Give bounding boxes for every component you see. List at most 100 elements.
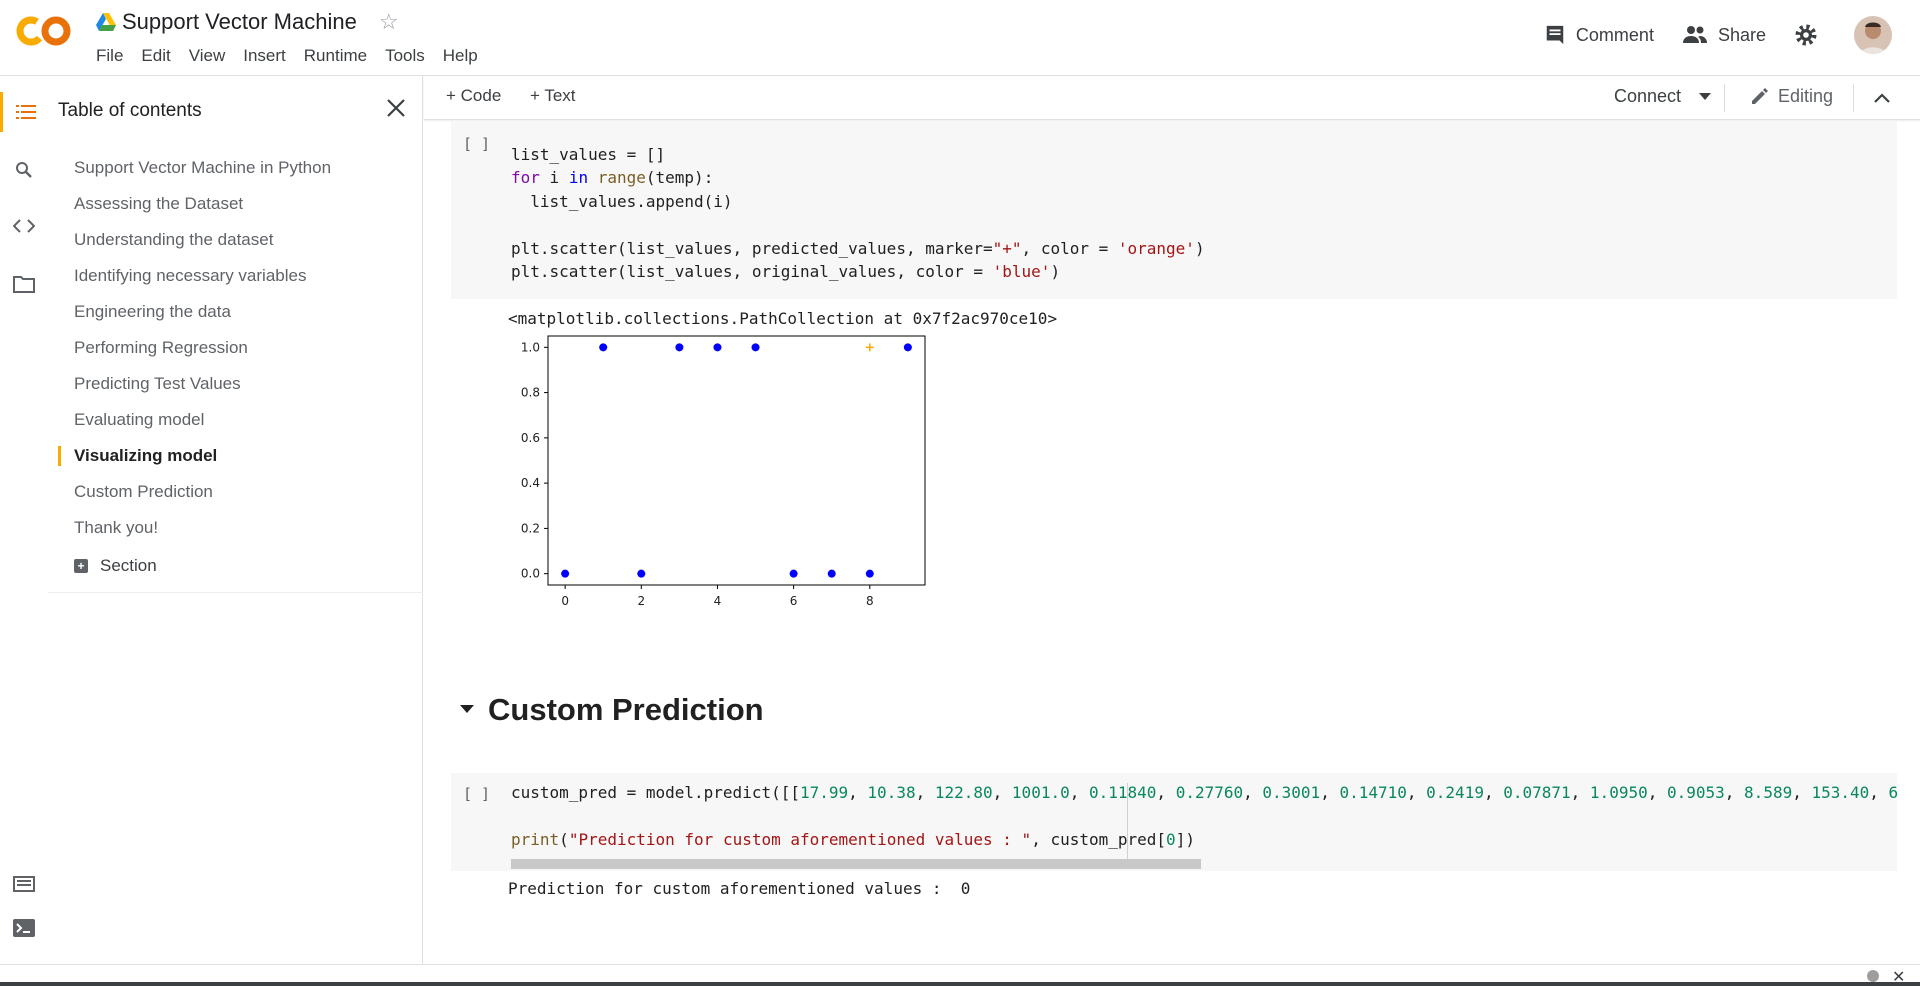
code-cell-custom-prediction[interactable]: [ ] custom_pred = model.predict([[17.99,… <box>451 773 1899 871</box>
people-icon <box>1682 26 1707 43</box>
toc-item-custom-prediction[interactable]: Custom Prediction <box>48 474 423 510</box>
original-point <box>751 343 760 352</box>
drive-icon[interactable] <box>96 13 116 31</box>
y-tick-label: 0.0 <box>521 567 540 581</box>
original-point <box>713 343 722 352</box>
search-icon <box>16 162 32 178</box>
y-tick-label: 0.4 <box>521 476 540 490</box>
document-title[interactable]: Support Vector Machine <box>122 9 357 35</box>
terminal-rail-button[interactable] <box>0 908 48 948</box>
run-cell-button[interactable]: [ ] <box>463 135 490 153</box>
close-icon <box>387 99 405 117</box>
code-line: list_values = [] <box>511 145 666 164</box>
horizontal-scrollbar[interactable] <box>511 859 1201 869</box>
code-line: for i in range(temp): <box>511 168 714 187</box>
avatar[interactable] <box>1854 16 1892 54</box>
line-length-ruler <box>1127 783 1128 865</box>
section-label: Section <box>100 556 157 575</box>
original-point <box>561 569 570 578</box>
share-button[interactable]: Share <box>1682 25 1766 46</box>
toc-item-thank-you[interactable]: Thank you! <box>48 510 423 546</box>
chevron-up-icon <box>1874 93 1890 103</box>
menu-help[interactable]: Help <box>435 44 486 68</box>
scatter-plot: 0.0 0.2 0.4 0.6 0.8 1.0 0 2 4 6 8 <box>521 335 926 608</box>
menu-edit[interactable]: Edit <box>133 44 178 68</box>
search-rail-button[interactable] <box>0 150 48 190</box>
menu-tools[interactable]: Tools <box>377 44 433 68</box>
y-tick-label: 1.0 <box>521 340 540 354</box>
keyboard-icon <box>13 876 35 892</box>
toc-divider <box>48 592 423 593</box>
toc-rail-button[interactable] <box>0 92 48 132</box>
toc-close-button[interactable] <box>382 94 410 122</box>
code-icon <box>13 219 35 233</box>
toc-item-visualizing-model[interactable]: Visualizing model <box>48 438 423 474</box>
x-tick-label: 2 <box>637 594 645 608</box>
code-snippets-rail-button[interactable] <box>0 206 48 246</box>
menu-insert[interactable]: Insert <box>235 44 294 68</box>
x-tick-label: 4 <box>714 594 722 608</box>
add-box-icon: + <box>74 559 88 573</box>
y-tick-label: 0.8 <box>521 386 540 400</box>
code-line: list_values.append(i) <box>511 192 733 211</box>
toc-item-assessing-dataset[interactable]: Assessing the Dataset <box>48 186 423 222</box>
cell-output-text: Prediction for custom aforementioned val… <box>508 879 971 898</box>
folder-icon <box>13 276 35 293</box>
toc-item-predicting-test-values[interactable]: Predicting Test Values <box>48 366 423 402</box>
comment-button[interactable]: Comment <box>1544 24 1654 46</box>
star-icon[interactable]: ☆ <box>379 9 399 35</box>
code-line: plt.scatter(list_values, predicted_value… <box>511 239 1205 258</box>
y-tick-label: 0.6 <box>521 431 540 445</box>
add-text-button[interactable]: + Text <box>530 86 576 106</box>
settings-button[interactable] <box>1794 23 1828 47</box>
add-section-button[interactable]: + Section <box>74 556 157 576</box>
command-palette-rail-button[interactable] <box>0 864 48 904</box>
notebook-area: [ ] list_values = [] for i in range(temp… <box>424 121 1920 964</box>
y-tick-label: 0.2 <box>521 521 540 535</box>
code-cell-plot[interactable]: [ ] list_values = [] for i in range(temp… <box>451 121 1897 299</box>
toc-item-svm-in-python[interactable]: Support Vector Machine in Python <box>48 150 423 186</box>
toc-item-understanding-dataset[interactable]: Understanding the dataset <box>48 222 423 258</box>
x-tick-label: 6 <box>790 594 798 608</box>
section-heading: Custom Prediction <box>460 692 764 728</box>
add-code-button[interactable]: + Code <box>446 86 501 106</box>
original-point <box>789 569 798 578</box>
share-label: Share <box>1717 24 1766 45</box>
bottom-edge <box>0 982 1920 986</box>
editing-mode-button[interactable]: Editing <box>1750 86 1833 107</box>
terminal-icon <box>13 919 35 937</box>
left-rail <box>0 76 48 964</box>
original-point <box>675 343 684 352</box>
original-point <box>599 343 608 352</box>
code-line: custom_pred = model.predict([[17.99, 10.… <box>511 783 1899 802</box>
toolbar-divider-2 <box>1853 84 1854 112</box>
menu-bar: File Edit View Insert Runtime Tools Help <box>88 44 488 68</box>
collapse-section-icon[interactable] <box>460 705 474 715</box>
toc-list: Support Vector Machine in Python Assessi… <box>48 150 423 546</box>
collapse-header-button[interactable] <box>1868 84 1896 112</box>
x-tick-label: 8 <box>866 594 874 608</box>
menu-runtime[interactable]: Runtime <box>296 44 375 68</box>
toc-item-performing-regression[interactable]: Performing Regression <box>48 330 423 366</box>
toc-item-identifying-variables[interactable]: Identifying necessary variables <box>48 258 423 294</box>
menu-view[interactable]: View <box>181 44 234 68</box>
toolbar-divider <box>1724 84 1725 112</box>
toc-item-engineering-data[interactable]: Engineering the data <box>48 294 423 330</box>
comment-label: Comment <box>1575 24 1654 45</box>
colab-logo[interactable] <box>16 14 72 48</box>
list-icon <box>15 105 36 119</box>
run-cell-button[interactable]: [ ] <box>463 785 490 803</box>
connect-button[interactable]: Connect <box>1614 86 1712 107</box>
gear-icon <box>1795 24 1817 46</box>
status-indicator-icon <box>1867 970 1879 982</box>
original-point <box>637 569 646 578</box>
editing-label: Editing <box>1778 86 1834 106</box>
menu-file[interactable]: File <box>88 44 131 68</box>
toc-title: Table of contents <box>58 100 202 121</box>
files-rail-button[interactable] <box>0 264 48 304</box>
x-tick-label: 0 <box>561 594 569 608</box>
comment-icon <box>1546 25 1564 45</box>
toc-item-evaluating-model[interactable]: Evaluating model <box>48 402 423 438</box>
cell-output-text: <matplotlib.collections.PathCollection a… <box>508 309 1058 328</box>
heading-custom-prediction: Custom Prediction <box>488 692 764 727</box>
